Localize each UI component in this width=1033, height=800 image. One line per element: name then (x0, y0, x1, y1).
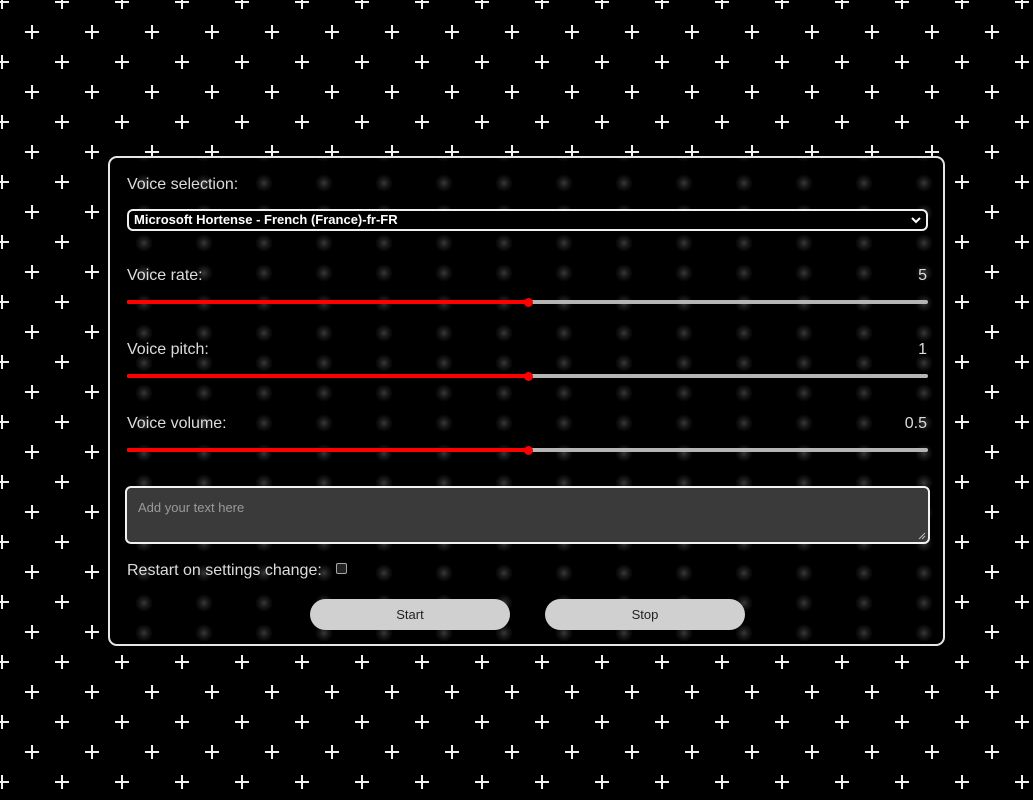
slider-fill (127, 448, 528, 452)
restart-on-change-label: Restart on settings change: (127, 562, 322, 579)
slider-fill (127, 300, 528, 304)
slider-thumb[interactable] (523, 446, 533, 455)
chevron-down-icon (911, 217, 921, 224)
slider-thumb[interactable] (523, 372, 533, 381)
speech-text-input[interactable]: Add your text here (125, 486, 930, 544)
voice-rate-value: 5 (918, 267, 927, 284)
voice-volume-value: 0.5 (904, 415, 927, 432)
voice-rate-slider[interactable] (127, 295, 928, 309)
speech-settings-panel: Voice selection: Microsoft Hortense - Fr… (108, 156, 945, 646)
voice-pitch-slider[interactable] (127, 369, 928, 383)
start-button[interactable]: Start (310, 599, 510, 630)
restart-on-change-checkbox[interactable] (336, 563, 347, 574)
stop-button[interactable]: Stop (545, 599, 745, 630)
voice-volume-label: Voice volume: (127, 415, 227, 432)
voice-rate-label: Voice rate: (127, 267, 203, 284)
voice-select-value: Microsoft Hortense - French (France)-fr-… (134, 212, 398, 227)
slider-thumb[interactable] (523, 298, 533, 307)
voice-pitch-label: Voice pitch: (127, 341, 209, 358)
voice-pitch-value: 1 (918, 341, 927, 358)
resize-grip-icon[interactable] (918, 532, 926, 540)
voice-volume-slider[interactable] (127, 443, 928, 457)
text-input-placeholder: Add your text here (138, 500, 245, 515)
voice-selection-label: Voice selection: (127, 176, 239, 193)
slider-fill (127, 374, 528, 378)
voice-select[interactable]: Microsoft Hortense - French (France)-fr-… (127, 209, 928, 231)
